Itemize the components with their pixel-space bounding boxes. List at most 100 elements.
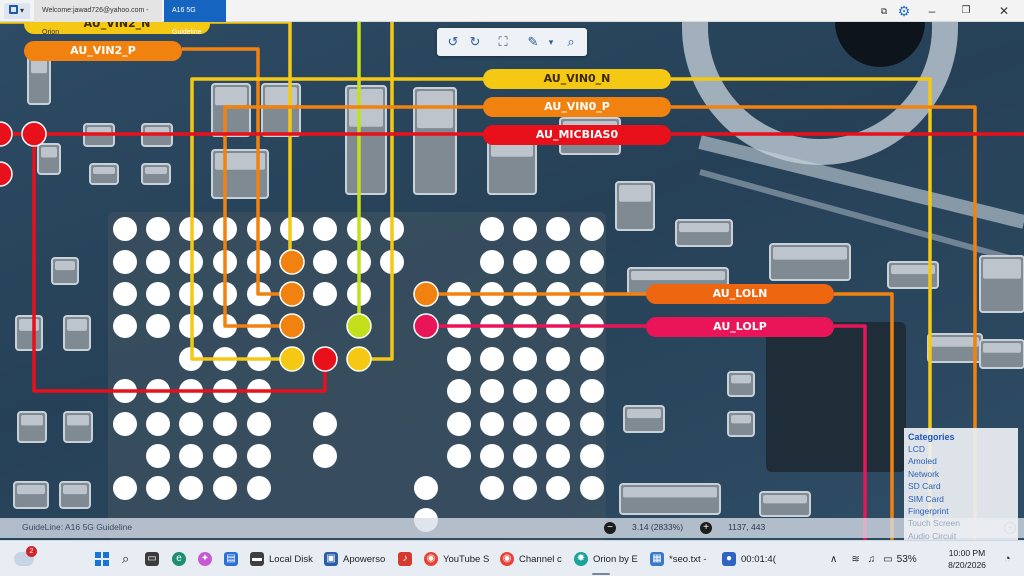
cursor-coordinates: 1137, 443 <box>728 522 766 532</box>
maximize-icon[interactable]: ❐ <box>952 0 980 22</box>
net-label-au-lolp[interactable]: AU_LOLP <box>646 317 834 337</box>
bga-ball <box>480 412 504 436</box>
chrome-icon: ◉ <box>424 552 438 566</box>
category-item[interactable]: Audio Circuit <box>908 530 1014 540</box>
category-item[interactable]: Network <box>908 468 1014 480</box>
bga-ball <box>513 412 537 436</box>
taskbar-app-youtube[interactable]: ♪ <box>398 541 417 576</box>
component-highlight <box>623 487 717 498</box>
recorder-icon: ● <box>722 552 736 566</box>
rotate-left-icon[interactable]: ↺ <box>443 32 463 52</box>
bga-ball <box>113 314 137 338</box>
taskbar-app-label: Channel c <box>519 553 562 565</box>
bga-ball <box>146 476 170 500</box>
clock-date: 8/20/2026 <box>948 560 986 570</box>
search-icon[interactable]: ⌕ <box>122 541 129 576</box>
minimize-icon[interactable]: – <box>918 0 946 22</box>
taskbar-app-notepad[interactable]: ▦ *seo.txt - <box>650 541 707 576</box>
close-icon[interactable]: ✕ <box>990 0 1018 22</box>
bga-ball <box>146 282 170 306</box>
category-item[interactable]: Amoled <box>908 455 1014 467</box>
category-item[interactable]: SIM Card <box>908 493 1014 505</box>
wifi-icon[interactable]: ≋ <box>851 554 859 565</box>
bga-ball <box>146 314 170 338</box>
battery-percent: 53% <box>896 553 917 565</box>
bga-ball <box>580 250 604 274</box>
edge-button[interactable]: e <box>172 541 191 576</box>
taskbar-app-apowersoft[interactable]: ▣ Apowerso <box>324 541 385 576</box>
bga-ball <box>447 412 471 436</box>
zoom-out-button[interactable]: − <box>604 522 616 534</box>
bga-ball <box>146 217 170 241</box>
taskbar-app-explorer[interactable]: ▬ Local Disk <box>250 541 313 576</box>
bga-ball <box>480 444 504 468</box>
clock[interactable]: 10:00 PM 8/20/2026 <box>936 541 998 576</box>
clock-time: 10:00 PM <box>948 548 986 558</box>
component-highlight <box>763 495 807 504</box>
bga-ball <box>113 412 137 436</box>
net-label-au-vin0-n[interactable]: AU_VIN0_N <box>483 69 671 89</box>
bga-ball <box>113 217 137 241</box>
bga-ball <box>113 476 137 500</box>
highlighted-pad <box>413 281 439 307</box>
battery-icon[interactable]: ▭ <box>883 554 892 565</box>
notification-icon[interactable]: ◔ <box>1004 541 1011 576</box>
chevron-down-icon[interactable]: ▾ <box>541 32 561 52</box>
start-button[interactable] <box>95 541 109 576</box>
bga-ball <box>113 250 137 274</box>
bga-ball <box>146 444 170 468</box>
category-item[interactable]: Touch Screen <box>908 517 1014 529</box>
component-highlight <box>983 343 1021 353</box>
store-icon: ▤ <box>224 552 238 566</box>
taskbar-app-recorder[interactable]: ● 00:01:4( <box>722 541 776 576</box>
taskbar-app-chrome-youtube[interactable]: ◉ YouTube S <box>424 541 489 576</box>
bga-ball <box>247 444 271 468</box>
component-highlight <box>417 91 453 129</box>
bga-ball <box>280 217 304 241</box>
component-highlight <box>679 223 729 233</box>
component-highlight <box>931 337 979 347</box>
board-canvas[interactable]: AU_VIN2_N AU_VIN2_P AU_VIN0_N AU_VIN0_P … <box>0 22 1024 540</box>
copilot-button[interactable]: ✦ <box>198 541 217 576</box>
task-view-icon: ▭ <box>145 552 159 566</box>
highlighted-pad <box>279 346 305 372</box>
tab-welcome[interactable]: Welcome:jawad726@yahoo.com - Orion <box>34 0 162 36</box>
system-tray[interactable]: ∧ ≋ ♫ ▭ 53% <box>830 541 917 576</box>
notepad-icon: ▦ <box>650 552 664 566</box>
chevron-up-icon[interactable]: ∧ <box>830 554 837 565</box>
component-highlight <box>67 319 87 331</box>
pen-icon[interactable]: ✎ <box>523 32 543 52</box>
weather-widget[interactable]: 2 <box>14 541 37 576</box>
category-item[interactable]: LCD <box>908 443 1014 455</box>
taskbar-app-chrome-channel[interactable]: ◉ Channel c <box>500 541 562 576</box>
title-bar: ▾ Welcome:jawad726@yahoo.com - Orion A16… <box>0 0 1024 36</box>
net-label-au-vin0-p[interactable]: AU_VIN0_P <box>483 97 671 117</box>
rotate-right-icon[interactable]: ↻ <box>465 32 485 52</box>
gear-icon[interactable]: ⚙ <box>890 0 918 22</box>
bga-ball <box>480 217 504 241</box>
bga-ball <box>213 412 237 436</box>
bga-ball <box>247 476 271 500</box>
search-icon[interactable]: ⌕ <box>561 32 581 52</box>
task-view-button[interactable]: ▭ <box>145 541 164 576</box>
taskbar-app-orion[interactable]: ✸ Orion by E <box>574 541 638 576</box>
bga-ball <box>580 444 604 468</box>
category-item[interactable]: Fingerprint <box>908 505 1014 517</box>
store-button[interactable]: ▤ <box>224 541 243 576</box>
bga-ball <box>313 412 337 436</box>
zoom-in-button[interactable]: + <box>700 522 712 534</box>
bga-ball <box>213 476 237 500</box>
bga-ball <box>580 476 604 500</box>
volume-icon[interactable]: ♫ <box>868 554 876 565</box>
net-label-au-vin2-p[interactable]: AU_VIN2_P <box>24 41 182 61</box>
fit-screen-icon[interactable]: ⛶ <box>493 32 513 52</box>
net-label-au-micbias0[interactable]: AU_MICBIAS0 <box>483 125 671 145</box>
component-highlight <box>55 261 75 271</box>
net-label-au-loln[interactable]: AU_LOLN <box>646 284 834 304</box>
tab-guideline[interactable]: A16 5G Guideline <box>164 0 226 36</box>
bga-ball <box>513 217 537 241</box>
app-menu-icon[interactable]: ▾ <box>4 3 30 19</box>
bga-ball <box>113 282 137 306</box>
category-item[interactable]: SD Card <box>908 480 1014 492</box>
bga-ball <box>179 444 203 468</box>
